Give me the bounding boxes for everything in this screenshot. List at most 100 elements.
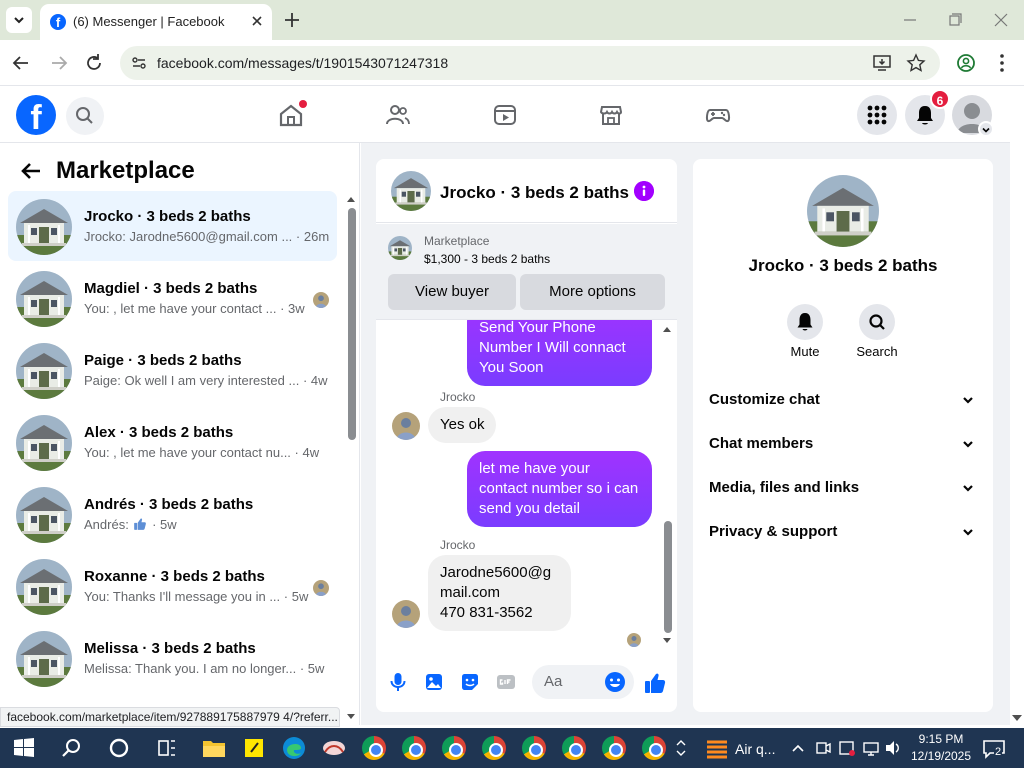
scroll-up-arrow-icon[interactable] bbox=[663, 325, 671, 333]
edge-icon[interactable] bbox=[280, 734, 308, 762]
listing-thumbnail[interactable] bbox=[388, 236, 412, 260]
search-icon bbox=[869, 314, 885, 330]
video-icon[interactable] bbox=[491, 101, 519, 129]
search-icon bbox=[76, 107, 93, 124]
chrome-profile-icon[interactable] bbox=[522, 736, 546, 760]
listing-photo[interactable] bbox=[807, 175, 879, 247]
conversation-item[interactable]: Melissa · 3 beds 2 baths Melissa: Thank y… bbox=[8, 623, 337, 693]
chrome-profile-icon[interactable] bbox=[402, 736, 426, 760]
back-arrow-icon[interactable] bbox=[20, 160, 42, 182]
chrome-profile-icon[interactable] bbox=[482, 736, 506, 760]
friends-icon[interactable] bbox=[384, 101, 412, 129]
chrome-profile-icon[interactable] bbox=[562, 736, 586, 760]
conversation-item[interactable]: Paige · 3 beds 2 baths Paige: Ok well I a… bbox=[8, 335, 337, 405]
info-icon[interactable] bbox=[634, 181, 654, 201]
meet-now-icon[interactable] bbox=[814, 734, 832, 762]
scroll-down-arrow-icon[interactable] bbox=[1012, 714, 1022, 722]
conversation-item[interactable]: Magdiel · 3 beds 2 baths You: , let me ha… bbox=[8, 263, 337, 333]
forward-icon[interactable] bbox=[48, 52, 70, 74]
chat-thumbnail[interactable] bbox=[391, 171, 431, 211]
browser-tab-messenger[interactable]: f (6) Messenger | Facebook bbox=[40, 4, 272, 40]
chat-members-row[interactable]: Chat members bbox=[693, 423, 993, 467]
new-tab-icon[interactable] bbox=[282, 10, 302, 30]
close-window-icon[interactable] bbox=[991, 10, 1011, 30]
conversation-item[interactable]: Jrocko · 3 beds 2 baths Jrocko: Jarodne56… bbox=[8, 191, 337, 261]
view-buyer-button[interactable]: View buyer bbox=[388, 274, 516, 310]
bookmark-star-icon[interactable] bbox=[906, 53, 926, 73]
tab-search-button[interactable] bbox=[6, 7, 32, 33]
back-icon[interactable] bbox=[10, 52, 32, 74]
chrome-profile-icon[interactable] bbox=[642, 736, 666, 760]
restore-icon[interactable] bbox=[945, 10, 965, 30]
sender-avatar[interactable] bbox=[392, 412, 420, 440]
sender-avatar[interactable] bbox=[392, 600, 420, 628]
chrome-profile-icon[interactable] bbox=[602, 736, 626, 760]
conversation-item[interactable]: Andrés · 3 beds 2 baths Andrés: · 5w bbox=[8, 479, 337, 549]
incoming-message[interactable]: Yes ok bbox=[428, 407, 497, 443]
sticky-notes-icon[interactable] bbox=[240, 734, 268, 762]
marketplace-icon[interactable] bbox=[597, 101, 625, 129]
chat-title[interactable]: Jrocko · 3 beds 2 baths bbox=[440, 183, 629, 203]
thumbs-up-icon[interactable] bbox=[643, 671, 667, 695]
scroll-down-arrow-icon[interactable] bbox=[347, 713, 355, 721]
url-field[interactable]: facebook.com/messages/t/1901543071247318 bbox=[120, 46, 940, 80]
media-files-links-row[interactable]: Media, files and links bbox=[693, 467, 993, 511]
windows-start-icon[interactable] bbox=[10, 734, 38, 762]
search-action[interactable]: Search bbox=[842, 304, 912, 359]
marketplace-label: Marketplace bbox=[424, 234, 490, 248]
menu-button[interactable] bbox=[857, 95, 897, 135]
close-tab-icon[interactable] bbox=[248, 12, 266, 30]
outgoing-message[interactable]: let me have your contact number so i can… bbox=[467, 451, 652, 527]
security-alert-icon[interactable] bbox=[838, 734, 856, 762]
conversation-preview: Andrés: · 5w bbox=[84, 517, 177, 532]
conversation-item[interactable]: Roxanne · 3 beds 2 baths You: Thanks I'll… bbox=[8, 551, 337, 621]
scroll-down-arrow-icon[interactable] bbox=[663, 637, 671, 645]
facebook-search-button[interactable] bbox=[66, 97, 104, 135]
outgoing-message[interactable]: Send Your Phone Number I Will connact Yo… bbox=[467, 320, 652, 386]
details-title: Jrocko · 3 beds 2 baths bbox=[748, 256, 938, 275]
conversation-item[interactable]: Alex · 3 beds 2 baths You: , let me have … bbox=[8, 407, 337, 477]
account-menu-chevron[interactable] bbox=[978, 121, 994, 137]
gaming-icon[interactable] bbox=[704, 101, 732, 129]
chrome-profile-icon[interactable] bbox=[362, 736, 386, 760]
scroll-up-arrow-icon[interactable] bbox=[347, 195, 355, 203]
emoji-icon[interactable] bbox=[604, 671, 626, 693]
weather-text[interactable]: Air q... bbox=[735, 741, 775, 757]
clock-date[interactable]: 12/19/2025 bbox=[910, 749, 972, 763]
customize-chat-row[interactable]: Customize chat bbox=[693, 379, 993, 423]
facebook-logo-icon[interactable]: f bbox=[16, 95, 56, 135]
conversation-list-scrollbar[interactable] bbox=[348, 208, 356, 440]
chrome-profile-icon[interactable] bbox=[442, 736, 466, 760]
search-icon[interactable] bbox=[58, 734, 86, 762]
minimize-icon[interactable] bbox=[900, 10, 920, 30]
cortana-icon[interactable] bbox=[105, 734, 133, 762]
privacy-support-row[interactable]: Privacy & support bbox=[693, 511, 993, 555]
app-shortcut-icon[interactable] bbox=[320, 734, 348, 762]
gif-icon[interactable] bbox=[495, 671, 517, 693]
sticker-icon[interactable] bbox=[459, 671, 481, 693]
microphone-icon[interactable] bbox=[387, 671, 409, 693]
message-input[interactable]: Aa bbox=[532, 665, 634, 699]
message-composer: Aa bbox=[376, 659, 677, 712]
install-app-icon[interactable] bbox=[872, 53, 892, 73]
weather-icon[interactable] bbox=[703, 734, 731, 762]
more-options-button[interactable]: More options bbox=[520, 274, 665, 310]
message-thread[interactable]: Send Your Phone Number I Will connact Yo… bbox=[376, 320, 677, 654]
reload-icon[interactable] bbox=[83, 52, 105, 74]
volume-icon[interactable] bbox=[884, 734, 902, 762]
page-scrollbar[interactable] bbox=[1010, 87, 1024, 725]
mute-action[interactable]: Mute bbox=[770, 304, 840, 359]
file-explorer-icon[interactable] bbox=[200, 734, 228, 762]
kebab-menu-icon[interactable] bbox=[991, 52, 1013, 74]
taskbar-overflow-icon[interactable] bbox=[674, 734, 688, 762]
network-icon[interactable] bbox=[862, 734, 880, 762]
profile-icon[interactable] bbox=[955, 52, 977, 74]
message-scrollbar[interactable] bbox=[664, 521, 672, 633]
incoming-message[interactable]: Jarodne5600@g mail.com 470 831-3562 bbox=[428, 555, 571, 631]
clock-time[interactable]: 9:15 PM bbox=[914, 732, 968, 746]
photo-icon[interactable] bbox=[423, 671, 445, 693]
show-hidden-icons-icon[interactable] bbox=[790, 734, 806, 762]
conversation-thumbnail bbox=[16, 199, 72, 255]
site-info-icon[interactable] bbox=[130, 54, 148, 72]
task-view-icon[interactable] bbox=[153, 734, 181, 762]
